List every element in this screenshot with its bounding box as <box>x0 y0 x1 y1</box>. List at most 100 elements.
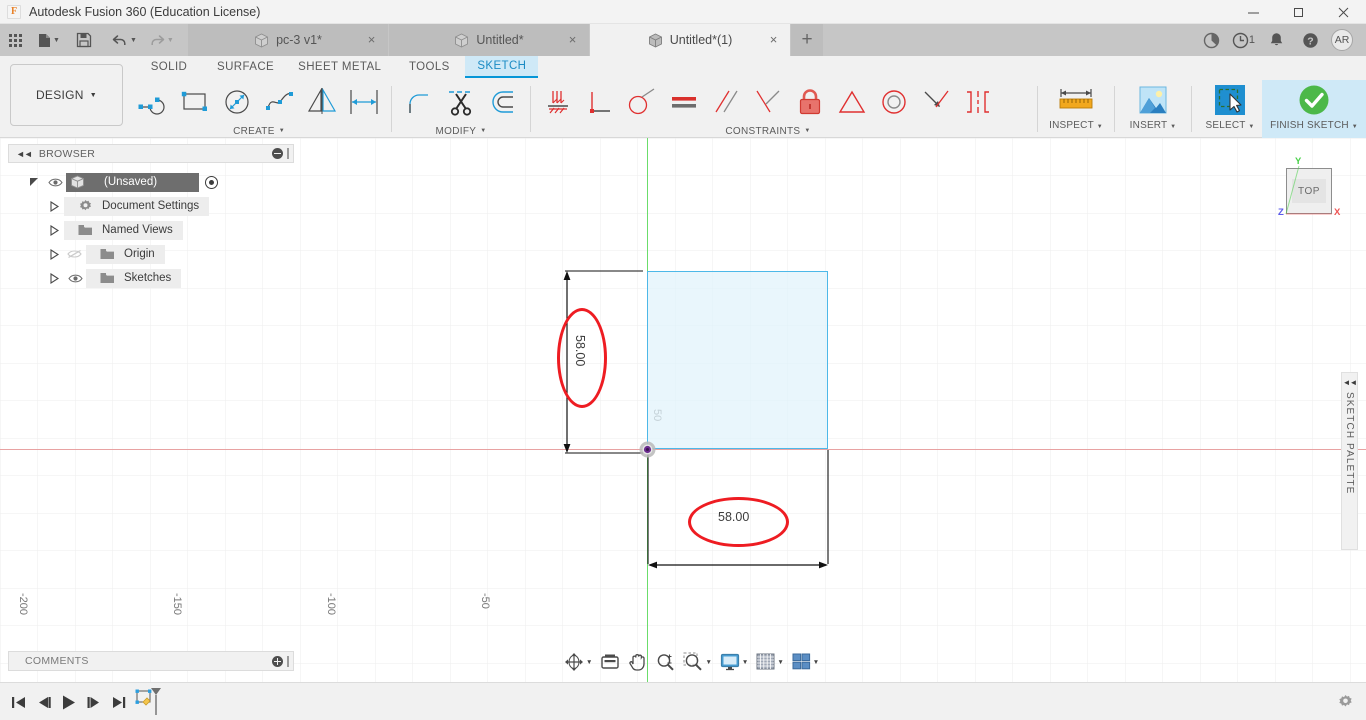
orbit-icon[interactable]: ▼ <box>560 650 596 674</box>
dimension-label-vertical[interactable]: 58.00 <box>573 335 587 366</box>
line-icon[interactable] <box>133 81 175 123</box>
bell-icon[interactable] <box>1259 24 1293 56</box>
new-file-button[interactable]: ▼ <box>32 24 66 56</box>
close-icon[interactable]: × <box>767 33 780 46</box>
panel-label-constraints[interactable]: CONSTRAINTS ▼ <box>537 124 999 138</box>
tab-solid[interactable]: SOLID <box>133 56 205 78</box>
sketch-rectangle[interactable] <box>647 271 828 449</box>
trim-scissors-icon[interactable] <box>440 81 482 123</box>
chevron-down-icon[interactable]: ▼ <box>813 659 819 666</box>
eye-visible-icon[interactable] <box>64 273 86 284</box>
expand-arrow-right-icon[interactable] <box>44 248 64 260</box>
app-grid-icon[interactable] <box>0 24 32 56</box>
chevron-down-icon[interactable]: ▼ <box>705 659 711 666</box>
gear-icon[interactable] <box>1337 694 1354 711</box>
grid-snaps-icon[interactable]: ▼ <box>752 650 787 674</box>
tangent-icon[interactable] <box>621 81 663 123</box>
circle-icon[interactable] <box>217 81 259 123</box>
sketch-origin-point[interactable] <box>639 441 656 458</box>
tab-surface[interactable]: SURFACE <box>205 56 286 78</box>
fillet-icon[interactable] <box>398 81 440 123</box>
concentric-icon[interactable] <box>873 81 915 123</box>
avatar[interactable]: AR <box>1331 29 1353 51</box>
panel-grip-icon[interactable] <box>287 655 289 667</box>
tree-row-origin[interactable]: Origin <box>8 242 298 266</box>
parallel-icon[interactable] <box>705 81 747 123</box>
minimize-button[interactable] <box>1231 0 1276 24</box>
display-settings-icon[interactable]: ▼ <box>716 650 752 674</box>
eye-visible-icon[interactable] <box>44 177 66 188</box>
lock-dimension-icon[interactable] <box>789 81 831 123</box>
help-icon[interactable]: ? <box>1293 24 1327 56</box>
fit-icon[interactable]: ▼ <box>679 650 715 674</box>
spline-icon[interactable] <box>259 81 301 123</box>
viewport-layout-icon[interactable]: ▼ <box>788 650 823 674</box>
rectangle-icon[interactable] <box>175 81 217 123</box>
undo-button[interactable]: ▼ <box>102 24 143 56</box>
fix-ground-icon[interactable] <box>537 81 579 123</box>
maximize-button[interactable] <box>1276 0 1321 24</box>
look-at-icon[interactable] <box>596 650 624 674</box>
dimension-label-horizontal[interactable]: 58.00 <box>718 510 749 524</box>
zoom-icon[interactable] <box>651 650 679 674</box>
collapse-dot-icon[interactable] <box>272 148 283 159</box>
extension-icon[interactable] <box>1195 24 1229 56</box>
insert-button[interactable]: INSERT ▼ <box>1121 80 1185 138</box>
redo-button[interactable]: ▼ <box>143 24 180 56</box>
activate-radio-button[interactable] <box>205 175 219 189</box>
skip-to-end-icon[interactable] <box>106 683 131 720</box>
chevron-down-icon[interactable]: ▼ <box>777 659 783 666</box>
close-button[interactable] <box>1321 0 1366 24</box>
document-tab-1[interactable]: pc-3 v1* × <box>188 24 388 56</box>
eye-hidden-icon[interactable] <box>64 248 86 260</box>
tree-row-unsaved[interactable]: (Unsaved) <box>8 170 298 194</box>
document-tab-2[interactable]: Untitled* × <box>389 24 589 56</box>
midpoint-icon[interactable] <box>831 81 873 123</box>
expand-arrow-right-icon[interactable] <box>44 200 64 212</box>
close-icon[interactable]: × <box>566 33 579 46</box>
tab-tools[interactable]: TOOLS <box>393 56 465 78</box>
workspace-selector[interactable]: DESIGN ▼ <box>10 64 123 126</box>
symmetry-icon[interactable] <box>957 81 999 123</box>
finish-sketch-button[interactable]: FINISH SKETCH ▼ <box>1262 80 1366 138</box>
chevron-down-icon[interactable]: ▼ <box>130 37 137 44</box>
tree-row-sketches[interactable]: Sketches <box>8 266 298 290</box>
inspect-button[interactable]: INSPECT ▼ <box>1044 80 1108 138</box>
collapse-icon[interactable]: ◄◄ <box>16 149 33 159</box>
view-cube[interactable]: TOP Y X Z <box>1278 156 1340 222</box>
sketch-dimension-icon[interactable] <box>343 81 385 123</box>
save-button[interactable] <box>66 24 102 56</box>
collinear-icon[interactable] <box>915 81 957 123</box>
offset-icon[interactable] <box>482 81 524 123</box>
step-back-icon[interactable] <box>31 683 56 720</box>
document-tab-3[interactable]: Untitled*(1) × <box>590 24 790 56</box>
select-button[interactable]: SELECT ▼ <box>1198 80 1262 138</box>
pan-hand-icon[interactable] <box>624 650 651 674</box>
new-tab-button[interactable]: + <box>791 24 823 56</box>
panel-label-modify[interactable]: MODIFY ▼ <box>398 124 524 138</box>
perpendicular-icon[interactable] <box>747 81 789 123</box>
sketch-feature-icon[interactable] <box>131 683 165 720</box>
panel-grip-icon[interactable] <box>287 148 289 159</box>
chevron-down-icon[interactable]: ▼ <box>167 37 174 44</box>
tree-row-document-settings[interactable]: Document Settings <box>8 194 298 218</box>
chevron-down-icon[interactable]: ▼ <box>53 37 60 44</box>
add-comment-icon[interactable] <box>272 655 283 667</box>
mirror-icon[interactable] <box>301 81 343 123</box>
tab-sketch[interactable]: SKETCH <box>465 56 539 78</box>
close-icon[interactable]: × <box>365 33 378 46</box>
panel-label-create[interactable]: CREATE ▼ <box>133 124 385 138</box>
expand-arrow-right-icon[interactable] <box>44 224 64 236</box>
play-icon[interactable] <box>56 683 81 720</box>
chevron-down-icon[interactable]: ▼ <box>586 659 592 666</box>
tree-row-named-views[interactable]: Named Views <box>8 218 298 242</box>
collapse-icon[interactable]: ◄◄ <box>1343 378 1358 387</box>
step-forward-icon[interactable] <box>81 683 106 720</box>
comments-panel[interactable]: COMMENTS <box>8 651 294 671</box>
tab-sheet-metal[interactable]: SHEET METAL <box>286 56 393 78</box>
skip-to-start-icon[interactable] <box>6 683 31 720</box>
expand-arrow-down-icon[interactable] <box>24 177 44 188</box>
sketch-palette-panel[interactable]: ◄◄ SKETCH PALETTE <box>1341 372 1358 550</box>
equal-icon[interactable] <box>663 81 705 123</box>
chevron-down-icon[interactable]: ▼ <box>742 659 748 666</box>
